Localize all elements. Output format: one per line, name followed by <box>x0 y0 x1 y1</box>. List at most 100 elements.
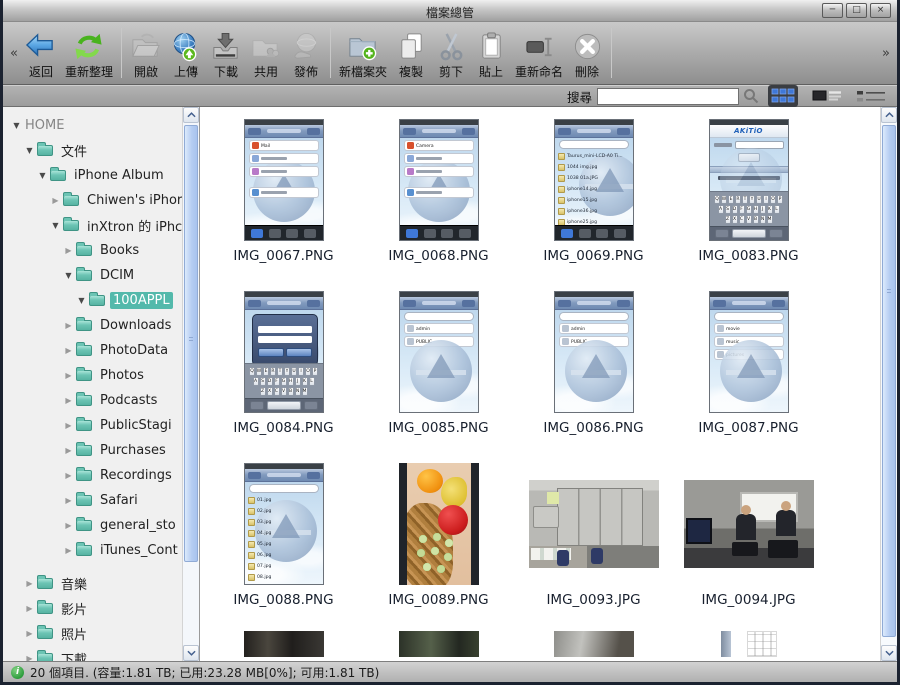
close-button[interactable]: × <box>870 3 891 18</box>
minimize-button[interactable]: ─ <box>822 3 843 18</box>
file-tile-img-0087-png[interactable]: moviemusicpicturesIMG_0087.PNG <box>671 287 826 459</box>
tree-item-photos[interactable]: ▶Photos <box>3 363 199 388</box>
main-scrollbar[interactable] <box>880 107 897 661</box>
file-name-label: IMG_0084.PNG <box>233 420 333 436</box>
file-tile-partial[interactable] <box>671 631 826 661</box>
toolbar-button-rename[interactable]: 重新命名 <box>511 22 567 84</box>
expand-arrow-icon[interactable]: ▶ <box>63 321 74 330</box>
tree-item-inxtron-的-iphc[interactable]: ▼inXtron 的 iPhc <box>3 213 199 238</box>
collapse-arrow-icon[interactable]: ▼ <box>50 221 61 230</box>
toolbar-button-new-folder[interactable]: 新檔案夾 <box>335 22 391 84</box>
rename-icon <box>524 31 555 62</box>
expand-arrow-icon[interactable]: ▶ <box>63 421 74 430</box>
file-tile-img-0084-png[interactable]: QWERTYUIOPASDFGHJKLZXCVBNMIMG_0084.PNG <box>206 287 361 459</box>
toolbar-button-copy[interactable]: 複製 <box>391 22 431 84</box>
toolbar-button-upload-globe[interactable]: 上傳 <box>166 22 206 84</box>
expand-arrow-icon[interactable]: ▶ <box>24 579 35 588</box>
detail-view-button[interactable] <box>855 85 887 107</box>
tree-item-home[interactable]: ▼HOME <box>3 113 199 138</box>
expand-arrow-icon[interactable]: ▶ <box>24 654 35 661</box>
toolbar-button-open-folder[interactable]: 開啟 <box>126 22 166 84</box>
expand-arrow-icon[interactable]: ▶ <box>24 604 35 613</box>
toolbar-button-publish[interactable]: 發佈 <box>286 22 326 84</box>
expand-arrow-icon[interactable]: ▶ <box>63 446 74 455</box>
collapse-arrow-icon[interactable]: ▼ <box>37 171 48 180</box>
scroll-up-icon[interactable] <box>183 107 199 123</box>
scroll-down-icon[interactable] <box>183 645 199 661</box>
file-tile-img-0083-png[interactable]: AKiTiO QWERTYUIOPASDFGHJKLZXCVBNMIMG_008… <box>671 115 826 287</box>
main-scroll-thumb[interactable] <box>882 125 896 637</box>
tree-item-影片[interactable]: ▶影片 <box>3 596 199 621</box>
scroll-down-icon[interactable] <box>881 645 897 661</box>
tree-item-recordings[interactable]: ▶Recordings <box>3 463 199 488</box>
tree-item-podcasts[interactable]: ▶Podcasts <box>3 388 199 413</box>
file-tile-partial[interactable] <box>206 631 361 661</box>
sidebar-scrollbar[interactable] <box>182 107 199 661</box>
toolbar-overflow-left-icon[interactable]: « <box>7 46 21 61</box>
tree-item-books[interactable]: ▶ Books <box>3 238 199 263</box>
file-tile-img-0089-png[interactable]: IMG_0089.PNG <box>361 459 516 631</box>
collapse-arrow-icon[interactable]: ▼ <box>24 146 35 155</box>
expand-arrow-icon[interactable]: ▶ <box>50 196 61 205</box>
tree-item-safari[interactable]: ▶Safari <box>3 488 199 513</box>
tree-item-purchases[interactable]: ▶Purchases <box>3 438 199 463</box>
file-tile-img-0085-png[interactable]: adminPUBLICIMG_0085.PNG <box>361 287 516 459</box>
scroll-up-icon[interactable] <box>881 107 897 123</box>
file-tile-img-0069-png[interactable]: Taurus_mini-LCD-A0 Ti...1044 img.jpg1038… <box>516 115 671 287</box>
expand-arrow-icon[interactable]: ▶ <box>63 246 74 255</box>
toolbar-button-cut[interactable]: 剪下 <box>431 22 471 84</box>
maximize-button[interactable]: □ <box>846 3 867 18</box>
list-view-button[interactable] <box>811 85 843 107</box>
search-icon[interactable] <box>743 88 759 104</box>
thumbnail-wrap: adminPUBLIC <box>554 287 634 417</box>
file-tile-partial[interactable] <box>361 631 516 661</box>
expand-arrow-icon[interactable]: ▶ <box>63 496 74 505</box>
tree-item-downloads[interactable]: ▶Downloads <box>3 313 199 338</box>
toolbar-button-delete[interactable]: 刪除 <box>567 22 607 84</box>
toolbar-button-back[interactable]: 返回 <box>21 22 61 84</box>
tree-item-publicstagi[interactable]: ▶PublicStagi <box>3 413 199 438</box>
collapse-arrow-icon[interactable]: ▼ <box>63 271 74 280</box>
search-input[interactable] <box>597 88 739 105</box>
expand-arrow-icon[interactable]: ▶ <box>63 471 74 480</box>
folder-tree-panel: ▼HOME▼文件▼iPhone Album▶Chiwen's iPhor▼inX… <box>3 107 200 661</box>
expand-arrow-icon[interactable]: ▶ <box>63 521 74 530</box>
file-tile-img-0068-png[interactable]: Camera IMG_0068.PNG <box>361 115 516 287</box>
expand-arrow-icon[interactable]: ▶ <box>63 396 74 405</box>
expand-arrow-icon[interactable]: ▶ <box>24 629 35 638</box>
expand-arrow-icon[interactable]: ▶ <box>63 546 74 555</box>
file-tile-img-0067-png[interactable]: Mail IMG_0067.PNG <box>206 115 361 287</box>
tree-item-文件[interactable]: ▼文件 <box>3 138 199 163</box>
collapse-arrow-icon[interactable]: ▼ <box>11 121 22 130</box>
toolbar-button-refresh[interactable]: 重新整理 <box>61 22 117 84</box>
file-tile-img-0086-png[interactable]: adminPUBLICIMG_0086.PNG <box>516 287 671 459</box>
toolbar-separator <box>611 28 612 78</box>
expand-arrow-icon[interactable]: ▶ <box>63 346 74 355</box>
tree-item-itunes-cont[interactable]: ▶iTunes_Cont <box>3 538 199 563</box>
tree-item-100appl[interactable]: ▼100APPL <box>3 288 199 313</box>
title-bar[interactable]: 檔案總管 ─□× <box>3 0 897 22</box>
toolbar-button-download[interactable]: 下載 <box>206 22 246 84</box>
file-tile-img-0094-jpg[interactable]: IMG_0094.JPG <box>671 459 826 631</box>
file-tile-img-0088-png[interactable]: 01.jpg02.jpg03.jpg04.jpg05.jpg06.jpg07.j… <box>206 459 361 631</box>
tree-item-照片[interactable]: ▶照片 <box>3 621 199 646</box>
folder-icon <box>76 370 92 381</box>
toolbar-button-share[interactable]: 共用 <box>246 22 286 84</box>
collapse-arrow-icon[interactable]: ▼ <box>76 296 87 305</box>
tree-item-photodata[interactable]: ▶PhotoData <box>3 338 199 363</box>
file-tile-img-0093-jpg[interactable]: IMG_0093.JPG <box>516 459 671 631</box>
thumbnail-view-button[interactable] <box>767 85 799 107</box>
tree-item-iphone-album[interactable]: ▼iPhone Album <box>3 163 199 188</box>
expand-arrow-icon[interactable]: ▶ <box>63 371 74 380</box>
toolbar-overflow-right-icon[interactable]: » <box>879 46 893 61</box>
sidebar-scroll-thumb[interactable] <box>184 125 198 562</box>
tree-item-general-sto[interactable]: ▶general_sto <box>3 513 199 538</box>
folder-icon <box>76 395 92 406</box>
tree-item-chiwen-s-iphor[interactable]: ▶Chiwen's iPhor <box>3 188 199 213</box>
tree-item-音樂[interactable]: ▶音樂 <box>3 571 199 596</box>
tree-item-下載[interactable]: ▶下載 <box>3 646 199 661</box>
toolbar-button-paste[interactable]: 貼上 <box>471 22 511 84</box>
tree-item-dcim[interactable]: ▼DCIM <box>3 263 199 288</box>
tree-item-label: Books <box>97 242 142 259</box>
file-tile-partial[interactable] <box>516 631 671 661</box>
